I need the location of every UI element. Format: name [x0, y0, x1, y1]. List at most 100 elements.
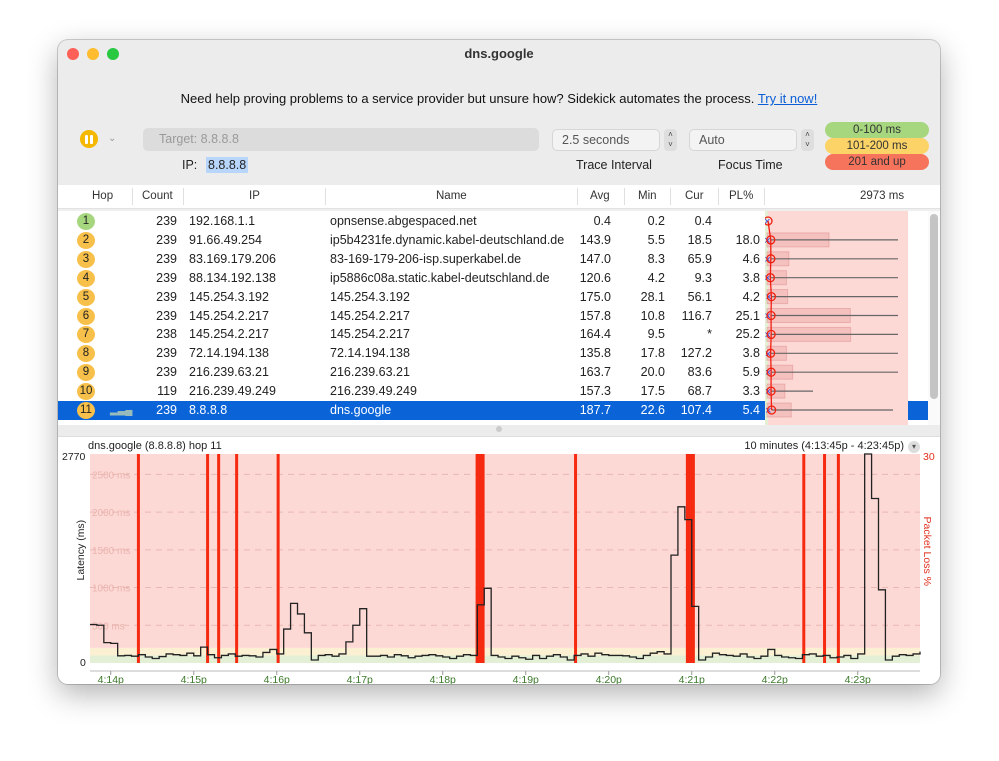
- packet-loss-bar: [802, 454, 806, 663]
- cell-cur: 65.9: [687, 251, 712, 266]
- cell-count: 239: [156, 232, 177, 247]
- cell-ip: 91.66.49.254: [189, 232, 262, 247]
- cell-min: 10.8: [640, 308, 665, 323]
- cell-min: 17.5: [640, 384, 665, 399]
- gridline-label: 2500 ms: [92, 470, 130, 481]
- target-input[interactable]: Target: 8.8.8.8: [143, 128, 539, 151]
- cell-ip: 145.254.2.217: [189, 308, 269, 323]
- cell-count: 239: [156, 346, 177, 361]
- cell-cur: 56.1: [687, 289, 712, 304]
- cell-name: 216.239.49.249: [330, 384, 417, 399]
- x-tick-label: 4:20p: [596, 674, 622, 684]
- cell-pl: 25.2: [735, 327, 760, 342]
- try-it-now-link[interactable]: Try it now!: [758, 91, 817, 106]
- cell-pl: 18.0: [735, 232, 760, 247]
- hop-badge: 4: [77, 269, 95, 287]
- cell-pl: 25.1: [735, 308, 760, 323]
- cell-avg: 175.0: [579, 289, 611, 304]
- scrollbar-thumb[interactable]: [930, 214, 938, 399]
- ip-value[interactable]: 8.8.8.8: [206, 157, 249, 173]
- cell-pl: 5.4: [742, 403, 760, 417]
- window-title: dns.google: [464, 46, 534, 61]
- focus-time-label: Focus Time: [718, 158, 783, 172]
- col-graph-scale: 2973 ms: [860, 190, 905, 202]
- cell-min: 28.1: [640, 289, 665, 304]
- cell-name: ip5b4231fe.dynamic.kabel-deutschland.de: [330, 232, 565, 247]
- x-tick-label: 4:17p: [347, 674, 373, 684]
- bar-chart-icon[interactable]: ▂▃▄: [110, 405, 132, 416]
- cell-count: 239: [156, 214, 177, 228]
- cell-count: 239: [156, 251, 177, 266]
- col-pl[interactable]: PL%: [729, 190, 753, 202]
- cell-pl: 5.9: [742, 365, 760, 380]
- col-name[interactable]: Name: [436, 190, 467, 202]
- y2-max-label: 30: [923, 451, 935, 463]
- gridline-label: 500 ms: [92, 621, 125, 632]
- hop-table: 1 239 192.168.1.1 opnsense.abgespaced.net…: [58, 211, 928, 425]
- cell-min: 8.3: [647, 251, 665, 266]
- pause-button[interactable]: [80, 130, 98, 148]
- focus-time-field[interactable]: Auto: [689, 129, 797, 151]
- hop-badge: 7: [77, 326, 95, 344]
- split-handle[interactable]: [496, 426, 502, 432]
- cell-pl: 3.3: [742, 384, 760, 399]
- hop-badge: 3: [77, 250, 95, 268]
- hop-badge: 9: [77, 364, 95, 382]
- cell-min: 20.0: [640, 365, 665, 380]
- x-tick-label: 4:23p: [845, 674, 871, 684]
- packet-loss-bar: [276, 454, 280, 663]
- legend-bad: 201 and up: [825, 154, 929, 170]
- table-scrollbar[interactable]: [928, 211, 940, 425]
- trace-interval-field[interactable]: 2.5 seconds: [552, 129, 660, 151]
- cell-ip: 145.254.3.192: [189, 289, 269, 304]
- hop-latency-graph: ×××××××××××: [765, 211, 908, 425]
- hop-badge: 8: [77, 345, 95, 363]
- pause-icon: [85, 134, 88, 144]
- cell-name: 72.14.194.138: [330, 346, 410, 361]
- table-header: Hop Count IP Name Avg Min Cur PL% 2973 m…: [58, 185, 940, 209]
- promo-banner: Need help proving problems to a service …: [58, 91, 940, 106]
- y2-axis-label: Packet Loss %: [921, 517, 933, 586]
- col-hop[interactable]: Hop: [92, 190, 113, 202]
- cell-name: 145.254.2.217: [330, 308, 410, 323]
- packet-loss-bar: [836, 454, 840, 663]
- col-count[interactable]: Count: [142, 190, 173, 202]
- col-min[interactable]: Min: [638, 190, 657, 202]
- packet-loss-bar: [217, 454, 221, 663]
- cell-cur: 9.3: [694, 270, 712, 285]
- banner-text: Need help proving problems to a service …: [180, 91, 755, 106]
- cell-name: 145.254.2.217: [330, 327, 410, 342]
- latency-chart: 500 ms 1000 ms 1500 ms 2000 ms 2500 ms 4:14p 4…: [62, 451, 935, 684]
- y-axis-label: Latency (ms): [75, 520, 87, 581]
- cell-ip: 216.239.49.249: [189, 384, 276, 399]
- cell-name: 145.254.3.192: [330, 289, 410, 304]
- cell-cur: 68.7: [687, 384, 712, 399]
- cell-avg: 143.9: [579, 232, 611, 247]
- packet-loss-bar: [574, 454, 578, 663]
- chevron-down-icon[interactable]: ⌄: [108, 133, 116, 144]
- packet-loss-bar: [823, 454, 827, 663]
- cell-ip: 72.14.194.138: [189, 346, 269, 361]
- col-avg[interactable]: Avg: [590, 190, 610, 202]
- packet-loss-bar: [206, 454, 210, 663]
- cell-min: 4.2: [647, 270, 665, 285]
- cell-avg: 187.7: [579, 403, 611, 417]
- hop-badge: 1: [77, 213, 95, 230]
- cell-min: 9.5: [647, 327, 665, 342]
- cell-ip: 83.169.179.206: [189, 251, 276, 266]
- cell-cur: 18.5: [687, 232, 712, 247]
- x-tick-label: 4:14p: [98, 674, 124, 684]
- cell-name: 83-169-179-206-isp.superkabel.de: [330, 251, 522, 266]
- col-ip[interactable]: IP: [249, 190, 260, 202]
- app-window: dns.google Need help proving problems to…: [58, 40, 940, 684]
- x-tick-label: 4:21p: [679, 674, 705, 684]
- cell-min: 22.6: [640, 403, 665, 417]
- focus-time-stepper[interactable]: ˄ ˅: [801, 129, 814, 151]
- cell-cur: 0.4: [694, 214, 712, 228]
- gridline-label: 1500 ms: [92, 546, 130, 557]
- cell-name: dns.google: [330, 403, 392, 417]
- x-tick-label: 4:15p: [181, 674, 207, 684]
- hop-badge: 11: [77, 402, 95, 419]
- trace-interval-stepper[interactable]: ˄ ˅: [664, 129, 677, 151]
- col-cur[interactable]: Cur: [685, 190, 704, 202]
